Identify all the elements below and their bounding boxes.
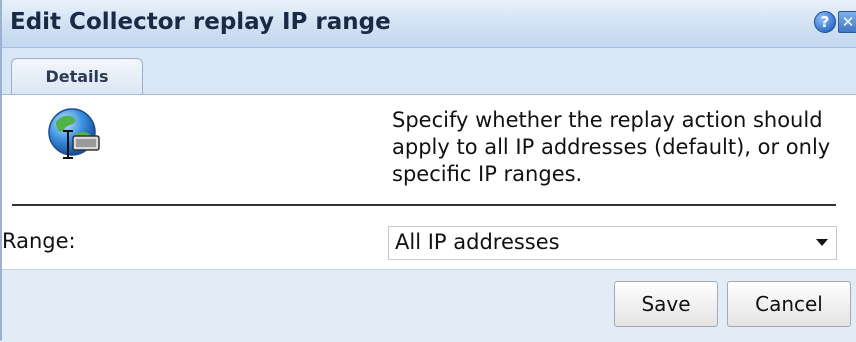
range-label: Range: [2,229,76,253]
tab-strip: Details [2,48,856,95]
close-icon[interactable]: ✕ [838,11,856,33]
range-dropdown[interactable]: All IP addresses [388,226,837,260]
divider [12,204,836,206]
details-panel: Specify whether the replay action should… [2,95,856,269]
chevron-down-icon [816,239,828,246]
edit-ip-range-dialog: Edit Collector replay IP range ? ✕ Detai… [0,0,856,342]
cancel-button[interactable]: Cancel [727,281,851,327]
save-button[interactable]: Save [614,281,718,327]
help-icon[interactable]: ? [814,11,836,33]
description-text: Specify whether the replay action should… [392,108,831,186]
range-selected-value: All IP addresses [395,230,560,254]
tab-details[interactable]: Details [11,58,143,94]
dialog-footer: Save Cancel [2,269,856,342]
dialog-title: Edit Collector replay IP range [10,9,391,35]
globe-network-icon [48,108,100,159]
dialog-titlebar: Edit Collector replay IP range ? ✕ [2,0,856,48]
